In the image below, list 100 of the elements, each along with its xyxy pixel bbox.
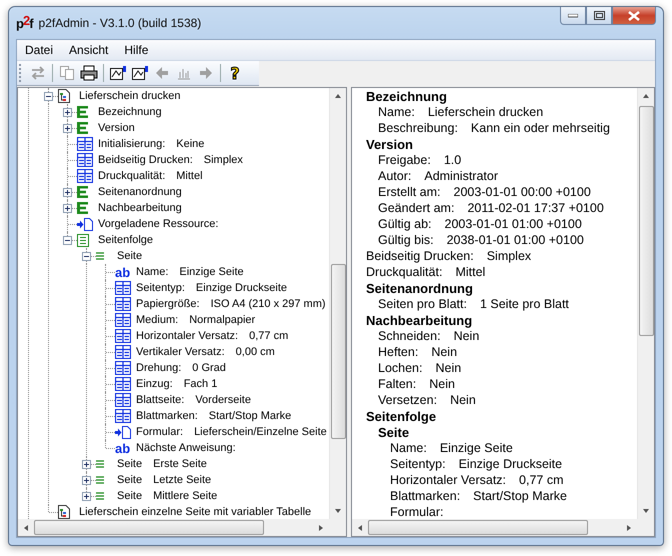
- tree-item-label[interactable]: Version: [98, 122, 135, 134]
- field-value: 1 Seite pro Blatt: [480, 297, 569, 311]
- form-grid-icon: [115, 409, 131, 423]
- field-value: Lieferschein drucken: [428, 105, 544, 119]
- field-value: 2003-01-01 01:00 +0100: [444, 217, 582, 231]
- field-value: 0,77 cm: [519, 473, 564, 487]
- tree-item-label[interactable]: Drehung:: [136, 362, 182, 374]
- field-label: Beschreibung:: [378, 121, 458, 135]
- field-value: 1.0: [444, 153, 462, 167]
- expand-toggle[interactable]: [62, 204, 72, 212]
- restore-icon: [594, 11, 604, 20]
- tree-item-value: Keine: [176, 138, 204, 150]
- maximize-button[interactable]: [586, 7, 612, 25]
- tree-item-label[interactable]: Seite: [117, 474, 142, 486]
- menu-item[interactable]: Ansicht: [61, 43, 116, 57]
- tree-item-label[interactable]: Vorgeladene Ressource:: [98, 218, 218, 230]
- field-value: Einzige Seite: [440, 441, 513, 455]
- text-type-icon: ab: [115, 266, 130, 278]
- form-grid-icon: [115, 393, 131, 407]
- expand-toggle[interactable]: [62, 188, 72, 196]
- section-heading: Seitenfolge: [366, 408, 436, 424]
- field-label: Gültig bis:: [378, 233, 434, 247]
- chart-page-icon: [109, 65, 127, 81]
- section-heading: Nachbearbeitung: [366, 312, 472, 328]
- menu-item[interactable]: Hilfe: [116, 43, 156, 57]
- tree-item-label[interactable]: Blattmarken:: [136, 410, 198, 422]
- expand-toggle[interactable]: [82, 492, 90, 500]
- lines-icon: [96, 476, 104, 484]
- close-button[interactable]: [612, 7, 656, 25]
- field-label: Falten:: [378, 377, 416, 391]
- form-grid-icon: [77, 169, 93, 183]
- swap-arrows-icon: [30, 65, 46, 81]
- horizontal-scrollbar[interactable]: [352, 519, 637, 536]
- right-arrow-icon: [198, 65, 214, 81]
- tree-item-value: Simplex: [204, 154, 243, 166]
- form-grid-icon: [115, 361, 131, 375]
- field-value: Nein: [450, 393, 476, 407]
- form-grid-icon: [115, 345, 131, 359]
- collapse-toggle[interactable]: [62, 236, 72, 244]
- menu-item[interactable]: Datei: [17, 43, 62, 57]
- tree-item-label[interactable]: Medium:: [136, 314, 178, 326]
- tree-item-label[interactable]: Papiergröße:: [136, 298, 200, 310]
- collapse-toggle[interactable]: [82, 252, 90, 260]
- tree-item-value: Normalpapier: [189, 314, 256, 326]
- tree-item-label[interactable]: Lieferschein drucken: [79, 90, 181, 102]
- arrow-page-icon: [77, 218, 93, 230]
- vertical-scrollbar[interactable]: [329, 88, 346, 519]
- tree-item-label[interactable]: Beidseitig Drucken:: [98, 154, 193, 166]
- tree-item-label[interactable]: Seitenanordnung: [98, 186, 182, 198]
- vertical-scrollbar[interactable]: [637, 88, 654, 519]
- tree-item-label[interactable]: Blattseite:: [136, 394, 184, 406]
- field-value: Einzige Druckseite: [458, 457, 562, 471]
- tree-item-label[interactable]: Formular:: [136, 426, 184, 438]
- form-grid-icon: [115, 329, 131, 343]
- expand-toggle[interactable]: [62, 124, 72, 132]
- field-label: Versetzen:: [378, 393, 438, 407]
- collapse-toggle[interactable]: [44, 92, 52, 100]
- tree-item-label[interactable]: Vertikaler Versatz:: [136, 346, 225, 358]
- horizontal-scrollbar[interactable]: [18, 519, 329, 536]
- field-value: Nein: [431, 345, 458, 359]
- field-value: Mittel: [455, 265, 486, 279]
- expand-toggle[interactable]: [82, 460, 90, 468]
- tree-item-value: Lieferschein/Einzelne Seite: [194, 426, 327, 438]
- section-heading: Seite: [378, 424, 410, 440]
- field-label: Autor:: [378, 169, 412, 183]
- tree-item-label[interactable]: Nachbearbeitung: [98, 202, 182, 214]
- tree-item-label[interactable]: Horizontaler Versatz:: [136, 330, 238, 342]
- field-label: Name:: [378, 105, 415, 119]
- tree-item-label[interactable]: Seitentyp:: [136, 282, 185, 294]
- minimize-icon: [568, 14, 578, 18]
- form-grid-icon: [115, 313, 131, 327]
- field-label: Blattmarken:: [390, 489, 460, 503]
- field-value: Simplex: [486, 249, 532, 263]
- tree-item-label[interactable]: Initialisierung:: [98, 138, 166, 150]
- arrow-page-icon: [115, 426, 131, 438]
- tree-item-label[interactable]: Nächste Anweisung:: [136, 442, 236, 454]
- section-heading: Bezeichnung: [366, 88, 447, 104]
- field-label: Formular:: [390, 505, 444, 519]
- tree-item-label[interactable]: Einzug:: [136, 378, 173, 390]
- section-icon: [77, 186, 88, 198]
- tree-item-value: 0,00 cm: [236, 346, 275, 358]
- tree-item-label[interactable]: Name:: [136, 266, 168, 278]
- tree-item-value: Erste Seite: [153, 458, 207, 470]
- tree-item-label[interactable]: Druckqualität:: [98, 170, 166, 182]
- field-value: 2038-01-01 01:00 +0100: [446, 233, 584, 247]
- tree-item-label[interactable]: Seite: [117, 458, 142, 470]
- tree-item-label[interactable]: Lieferschein einzelne Seite mit variabler Tabelle: [79, 506, 312, 518]
- tree-item-label[interactable]: Seite: [117, 490, 142, 502]
- minimize-button[interactable]: [560, 7, 586, 25]
- field-label: Freigabe:: [378, 153, 431, 167]
- field-label: Erstellt am:: [378, 185, 441, 199]
- expand-toggle[interactable]: [82, 476, 90, 484]
- tree-item-label[interactable]: Seitenfolge: [98, 234, 154, 246]
- expand-toggle[interactable]: [62, 108, 72, 116]
- section-icon: [77, 202, 88, 214]
- form-grid-icon: [115, 377, 131, 391]
- lines-icon: [96, 492, 104, 500]
- tree-item-label[interactable]: Bezeichnung: [98, 106, 162, 118]
- tree-item-label[interactable]: Seite: [117, 250, 142, 262]
- printer-icon: [80, 65, 98, 81]
